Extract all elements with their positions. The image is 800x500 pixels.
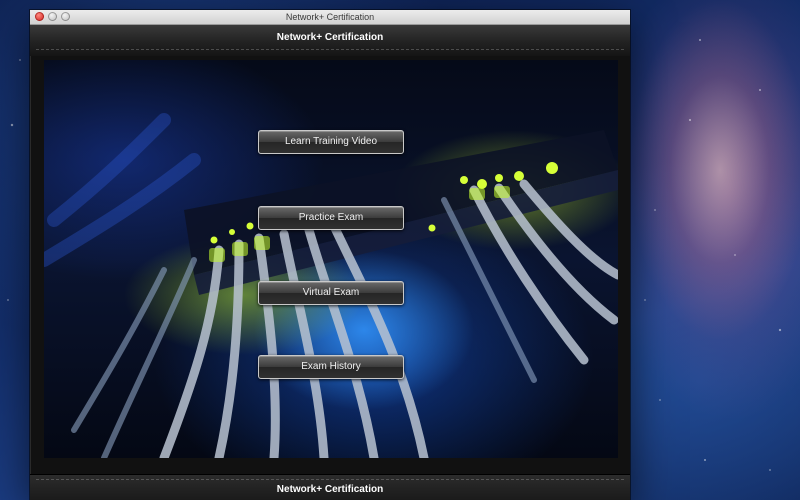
learn-training-video-button[interactable]: Learn Training Video — [258, 130, 404, 154]
exam-history-button[interactable]: Exam History — [258, 355, 404, 379]
server-rack-background-image: Learn Training Video Practice Exam Virtu… — [44, 60, 618, 458]
app-header: Network+ Certification — [30, 25, 630, 57]
network-cables-illustration — [44, 113, 618, 458]
window-titlebar[interactable]: Network+ Certification — [30, 10, 630, 25]
virtual-exam-button[interactable]: Virtual Exam — [258, 281, 404, 305]
app-window: Network+ Certification Network+ Certific… — [30, 10, 630, 500]
content-frame: Learn Training Video Practice Exam Virtu… — [30, 56, 630, 474]
practice-exam-button[interactable]: Practice Exam — [258, 206, 404, 230]
app-footer: Network+ Certification — [30, 474, 630, 500]
desktop-background: Network+ Certification Network+ Certific… — [0, 0, 800, 500]
footer-title: Network+ Certification — [276, 484, 384, 495]
window-title: Network+ Certification — [285, 12, 375, 22]
header-title: Network+ Certification — [276, 32, 384, 43]
